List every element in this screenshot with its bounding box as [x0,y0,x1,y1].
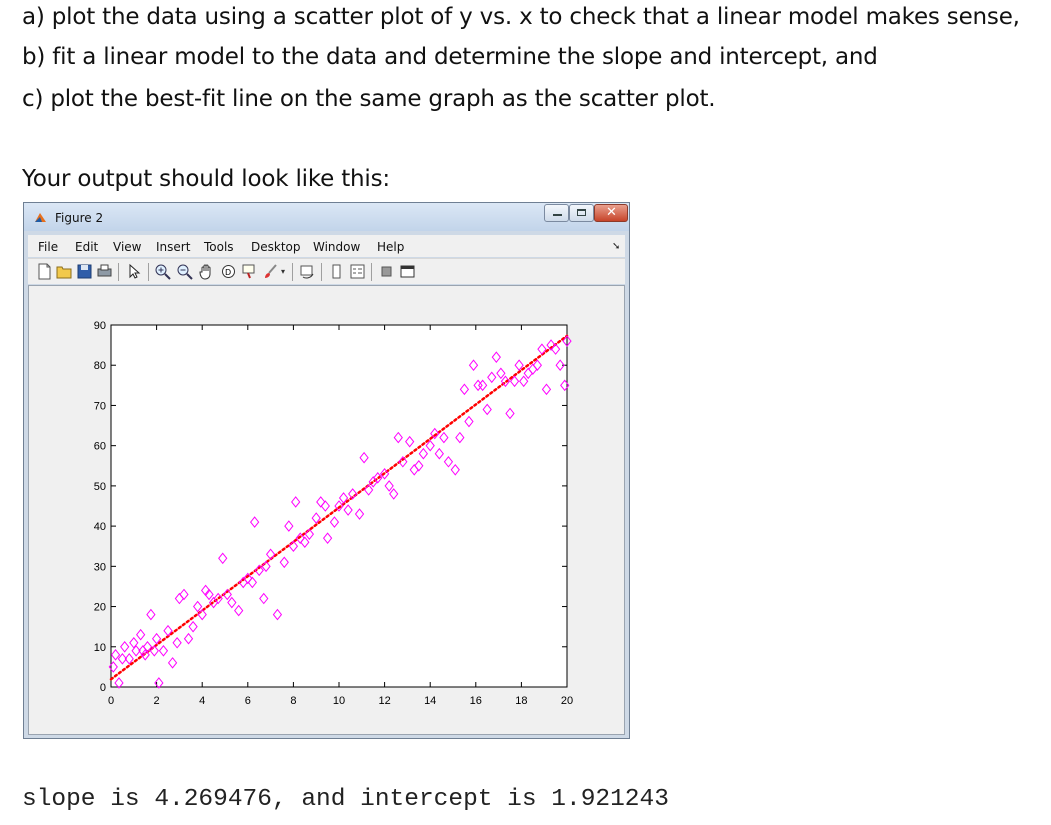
menu-tools[interactable]: Tools [204,240,234,254]
data-cursor-icon[interactable] [241,263,258,280]
plot-area: 0 2 4 6 8 10 12 14 16 18 20 0 10 20 30 40 50 60 70 80 90 [28,285,625,735]
menu-desktop[interactable]: Desktop [251,240,301,254]
scatter-chart[interactable]: 0 2 4 6 8 10 12 14 16 18 20 0 10 20 30 40 50 60 70 80 90 [29,286,624,734]
close-icon: ✕ [606,205,617,220]
x-tick-label: 12 [378,695,390,707]
x-tick-label: 0 [108,695,114,707]
menu-window[interactable]: Window [313,240,360,254]
rotate-3d-icon[interactable]: D [220,263,237,280]
x-tick-label: 10 [333,695,345,707]
colorbar-icon[interactable] [328,263,345,280]
y-tick-label: 90 [94,320,106,332]
minimize-button[interactable] [544,204,569,222]
title-bar[interactable]: Figure 2 ✕ [24,203,629,231]
x-tick-label: 16 [470,695,482,707]
toolbar: D ▾ [28,258,625,284]
x-tick-label: 2 [154,695,160,707]
y-tick-label: 70 [94,400,106,412]
y-tick-label: 80 [94,360,106,372]
instruction-a: a) plot the data using a scatter plot of… [22,4,1020,30]
x-tick-label: 6 [245,695,251,707]
y-tick-label: 50 [94,481,106,493]
zoom-in-icon[interactable] [154,263,171,280]
minimize-icon [553,214,562,216]
instruction-b: b) fit a linear model to the data and de… [22,44,878,70]
figure-window: Figure 2 ✕ File Edit View Insert Tools D… [23,202,630,739]
x-tick-label: 8 [290,695,296,707]
maximize-icon [577,209,586,216]
pan-hand-icon[interactable] [198,263,215,280]
x-tick-label: 4 [199,695,205,707]
y-tick-label: 60 [94,441,106,453]
x-tick-label: 20 [561,695,573,707]
result-output: slope is 4.269476, and intercept is 1.92… [22,786,669,813]
y-tick-label: 30 [94,561,106,573]
y-tick-label: 0 [100,682,106,694]
y-tick-label: 20 [94,602,106,614]
close-button[interactable]: ✕ [594,204,628,222]
x-tick-label: 14 [424,695,436,707]
menu-view[interactable]: View [113,240,141,254]
output-heading: Your output should look like this: [22,166,390,192]
save-icon[interactable] [76,263,93,280]
menu-file[interactable]: File [38,240,58,254]
zoom-out-icon[interactable] [176,263,193,280]
show-plot-tools-icon[interactable] [399,263,416,280]
menu-help[interactable]: Help [377,240,404,254]
hide-plot-tools-icon[interactable] [378,263,395,280]
maximize-button[interactable] [569,204,594,222]
y-tick-label: 10 [94,642,106,654]
menu-edit[interactable]: Edit [75,240,98,254]
legend-icon[interactable] [349,263,366,280]
new-figure-icon[interactable] [36,263,53,280]
menu-insert[interactable]: Insert [156,240,190,254]
print-icon[interactable] [96,263,113,280]
open-file-icon[interactable] [56,263,73,280]
matlab-logo-icon [35,213,46,222]
menu-bar: File Edit View Insert Tools Desktop Wind… [28,235,625,257]
window-title: Figure 2 [55,211,104,225]
brush-icon[interactable] [262,263,279,280]
svg-text:D: D [225,268,231,277]
y-tick-label: 40 [94,521,106,533]
link-plot-icon[interactable] [299,263,316,280]
menu-overflow-icon[interactable]: ➘ [612,241,620,252]
x-tick-label: 18 [515,695,527,707]
instruction-c: c) plot the best-fit line on the same gr… [22,86,716,112]
brush-dropdown-icon[interactable]: ▾ [281,267,285,276]
pointer-icon[interactable] [125,263,142,280]
